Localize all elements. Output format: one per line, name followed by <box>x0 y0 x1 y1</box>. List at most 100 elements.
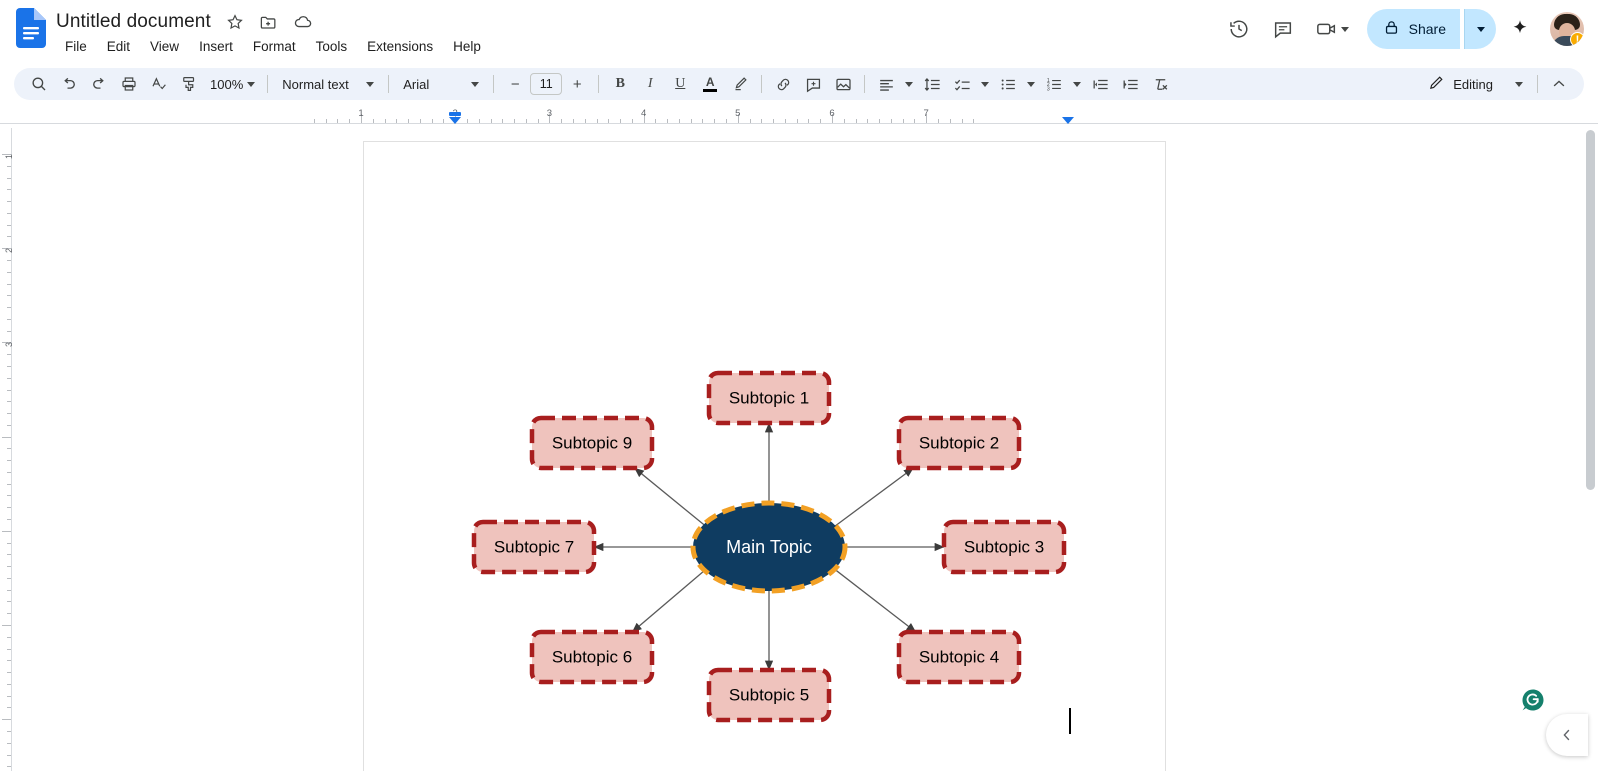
decrease-indent-icon[interactable] <box>1085 71 1115 97</box>
ruler-tick <box>808 119 810 123</box>
grammarly-icon[interactable] <box>1521 688 1545 712</box>
menu-help[interactable]: Help <box>446 37 488 56</box>
vruler-tick <box>7 566 11 568</box>
ruler-number: 6 <box>829 108 835 119</box>
undo-icon[interactable] <box>54 71 84 97</box>
page-title[interactable]: Untitled document <box>56 11 211 33</box>
checklist-options-caret[interactable] <box>977 71 993 97</box>
vruler-tick <box>7 413 11 415</box>
meet-video-icon[interactable] <box>1307 9 1355 49</box>
italic-button[interactable]: I <box>635 71 665 97</box>
ruler-tick <box>667 119 669 123</box>
menu-file[interactable]: File <box>58 37 94 56</box>
insert-image-icon[interactable] <box>828 71 858 97</box>
redo-icon[interactable] <box>84 71 114 97</box>
vruler-tick <box>2 436 11 438</box>
line-spacing-icon[interactable] <box>917 71 947 97</box>
mind-map-node[interactable]: Subtopic 2 <box>896 415 1022 471</box>
vruler-tick <box>7 683 11 685</box>
ruler-tick <box>608 119 610 123</box>
horizontal-ruler[interactable]: 1234567 <box>0 108 1598 128</box>
vruler-tick <box>7 177 11 179</box>
insert-link-icon[interactable] <box>768 71 798 97</box>
mind-map-node[interactable]: Subtopic 9 <box>529 415 655 471</box>
editing-mode-selector[interactable]: Editing <box>1420 71 1531 97</box>
ruler-tick <box>973 119 975 123</box>
mind-map-node[interactable]: Subtopic 6 <box>529 629 655 685</box>
vertical-scrollbar[interactable] <box>1586 130 1595 766</box>
menu-format[interactable]: Format <box>246 37 303 56</box>
mind-map-center-node[interactable]: Main Topic <box>690 500 848 594</box>
vruler-tick <box>7 483 11 485</box>
menu-edit[interactable]: Edit <box>100 37 137 56</box>
docs-logo-icon <box>16 8 46 48</box>
avatar[interactable]: ! <box>1550 12 1584 46</box>
left-indent-marker[interactable] <box>449 112 461 124</box>
zoom-selector[interactable]: 100% <box>204 71 261 97</box>
menu-extensions[interactable]: Extensions <box>360 37 440 56</box>
scrollbar-thumb[interactable] <box>1586 130 1595 490</box>
star-icon[interactable] <box>225 12 245 32</box>
status-badge[interactable]: ! <box>1570 32 1584 46</box>
node-label: Subtopic 7 <box>494 537 574 556</box>
mind-map-node[interactable]: Subtopic 4 <box>896 629 1022 685</box>
ruler-number: 1 <box>358 108 364 119</box>
vruler-tick <box>7 401 11 403</box>
move-to-folder-icon[interactable] <box>259 12 279 32</box>
chevron-left-icon[interactable] <box>1546 714 1588 756</box>
paint-format-icon[interactable] <box>174 71 204 97</box>
text-color-button[interactable]: A <box>695 71 725 97</box>
mind-map-node[interactable]: Subtopic 5 <box>706 667 832 723</box>
vertical-ruler[interactable]: 1 2 3 <box>0 128 14 771</box>
mind-map-node[interactable]: Subtopic 3 <box>941 519 1067 575</box>
menu-insert[interactable]: Insert <box>192 37 240 56</box>
share-options-caret[interactable] <box>1464 9 1496 49</box>
bold-button[interactable]: B <box>605 71 635 97</box>
mind-map-node[interactable]: Subtopic 7 <box>471 519 597 575</box>
vruler-tick <box>7 754 11 756</box>
indent-bar <box>449 112 461 116</box>
print-icon[interactable] <box>114 71 144 97</box>
font-family-selector[interactable]: Arial <box>395 71 487 97</box>
ruler-tick <box>631 119 633 123</box>
document-title-row: Untitled document <box>56 8 313 36</box>
highlight-pen-icon[interactable] <box>725 71 755 97</box>
menu-tools[interactable]: Tools <box>309 37 355 56</box>
add-comment-icon[interactable] <box>798 71 828 97</box>
ruler-tick <box>313 119 315 123</box>
ruler-tick <box>572 119 574 123</box>
gemini-sparkle-icon[interactable] <box>1500 9 1540 49</box>
bulleted-list-options-caret[interactable] <box>1023 71 1039 97</box>
collapse-toolbar-button[interactable] <box>1544 71 1574 97</box>
paragraph-style-selector[interactable]: Normal text <box>274 71 382 97</box>
bulleted-list-icon[interactable] <box>993 71 1023 97</box>
ruler-tick <box>879 119 881 123</box>
increase-indent-icon[interactable] <box>1115 71 1145 97</box>
comment-icon[interactable] <box>1263 9 1303 49</box>
ruler-tick <box>749 119 751 123</box>
search-icon[interactable] <box>24 71 54 97</box>
numbered-list-options-caret[interactable] <box>1069 71 1085 97</box>
mind-map-node[interactable]: Subtopic 1 <box>706 370 832 426</box>
mind-map-diagram[interactable]: Main Topic Subtopic 1 Subtopic 2 Subtopic … <box>363 141 1166 761</box>
node-label: Subtopic 2 <box>919 433 999 452</box>
decrease-font-size-button[interactable]: − <box>500 71 530 97</box>
share-button[interactable]: Share <box>1366 9 1460 49</box>
clear-formatting-icon[interactable] <box>1145 71 1175 97</box>
formatting-toolbar: 100% Normal text Arial − 11 + B I U A 1 … <box>14 68 1584 100</box>
numbered-list-icon[interactable]: 123 <box>1039 71 1069 97</box>
cloud-saved-icon[interactable] <box>293 12 313 32</box>
align-options-caret[interactable] <box>901 71 917 97</box>
increase-font-size-button[interactable]: + <box>562 71 592 97</box>
align-left-icon[interactable] <box>871 71 901 97</box>
ruler-tick <box>443 119 445 123</box>
menu-view[interactable]: View <box>143 37 186 56</box>
version-history-icon[interactable] <box>1219 9 1259 49</box>
checklist-icon[interactable] <box>947 71 977 97</box>
ruler-tick <box>337 119 339 123</box>
spellcheck-icon[interactable] <box>144 71 174 97</box>
underline-button[interactable]: U <box>665 71 695 97</box>
chevron-down-icon[interactable] <box>1340 26 1349 32</box>
right-indent-marker[interactable] <box>1062 117 1074 124</box>
font-size-input[interactable]: 11 <box>530 73 563 95</box>
